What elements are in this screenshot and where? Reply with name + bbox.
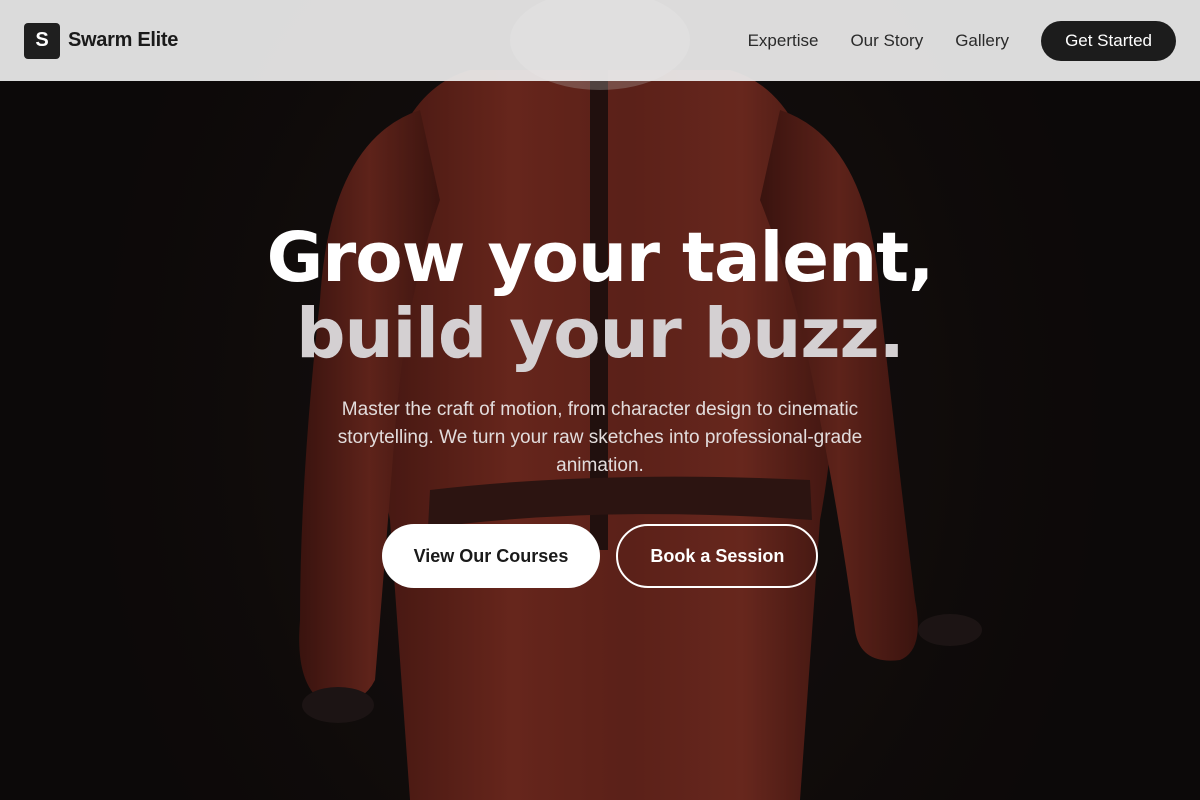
nav-link-our-story[interactable]: Our Story — [850, 31, 923, 51]
view-courses-button[interactable]: View Our Courses — [381, 524, 601, 588]
hero-subtitle: Master the craft of motion, from charact… — [337, 399, 863, 476]
headline-line-2: build your buzz. — [296, 294, 905, 374]
brand-logo-icon: S — [24, 22, 60, 59]
nav-link-gallery[interactable]: Gallery — [955, 31, 1009, 51]
nav-link-expertise[interactable]: Expertise — [748, 31, 819, 51]
brand-home-link[interactable]: S Swarm Elite — [24, 22, 179, 59]
headline-line-1: Grow your talent, — [266, 218, 935, 298]
brand-name: Swarm Elite — [68, 29, 179, 51]
hero-section: Grow your talent, build your buzz. Maste… — [0, 220, 1200, 588]
navbar: S Swarm Elite Expertise Our Story Galler… — [0, 0, 1200, 81]
hero-headline: Grow your talent, build your buzz. — [266, 218, 935, 374]
main-nav: Expertise Our Story Gallery Get Started — [748, 20, 1176, 61]
book-session-button[interactable]: Book a Session — [616, 524, 819, 588]
hero-buttons: View Our Courses Book a Session — [381, 524, 819, 588]
get-started-button[interactable]: Get Started — [1041, 20, 1176, 61]
